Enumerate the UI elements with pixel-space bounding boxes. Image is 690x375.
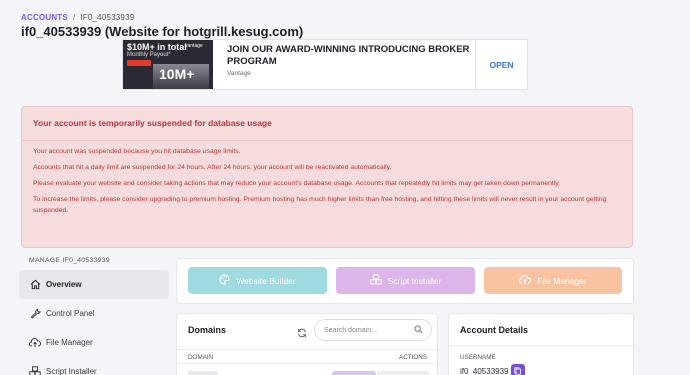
ad-headline: JOIN OUR AWARD-WINNING INTRODUCING BROKE… xyxy=(227,44,470,67)
sidebar-item-control-panel[interactable]: Control Panel xyxy=(19,299,169,328)
palette-icon xyxy=(219,274,230,287)
copy-icon xyxy=(514,362,522,375)
breadcrumb-accounts-link[interactable]: ACCOUNTS xyxy=(21,13,68,22)
breadcrumb-separator: / xyxy=(72,13,76,22)
alert-paragraph: Please evaluate your website and conside… xyxy=(33,180,561,187)
sidebar-item-label: File Manager xyxy=(46,338,93,347)
quick-actions-panel: Website Builder Script Installer File Ma… xyxy=(176,258,634,304)
cubes-icon xyxy=(369,274,382,287)
sidebar-item-label: Control Panel xyxy=(46,309,95,318)
sidebar-item-label: Overview xyxy=(46,280,82,289)
account-details-card: Account Details USERNAME if0_40533939 xyxy=(448,313,634,375)
alert-paragraph: To increase the limits, please consider … xyxy=(33,196,607,214)
ad-thumb-headline: $10M+ in total xyxy=(127,42,187,52)
alert-paragraph: Your account was suspended because you h… xyxy=(33,148,241,155)
alert-divider xyxy=(22,140,632,141)
domain-action-button[interactable] xyxy=(377,371,429,375)
domains-title: Domains xyxy=(188,325,227,335)
script-installer-label: Script Installer xyxy=(387,275,442,286)
ad-thumb-logo: vantage xyxy=(185,43,203,49)
domains-table-header: DOMAIN ACTIONS xyxy=(177,349,437,364)
copy-username-button[interactable] xyxy=(511,364,525,375)
ad-thumb-big-text: 10M+ xyxy=(159,66,195,82)
username-label: USERNAME xyxy=(460,354,496,361)
account-divider xyxy=(449,345,633,346)
breadcrumb: ACCOUNTS / IF0_40533939 xyxy=(21,13,134,22)
refresh-icon[interactable] xyxy=(297,325,307,343)
domains-card: Domains Search domain... DOMAIN ACTIONS xyxy=(176,313,438,375)
cubes-icon xyxy=(29,366,41,375)
ad-brand: Vantage xyxy=(227,70,251,77)
sidebar-item-script-installer[interactable]: Script Installer xyxy=(19,357,169,375)
sidebar-item-overview[interactable]: Overview xyxy=(19,270,169,299)
sidebar-item-file-manager[interactable]: File Manager xyxy=(19,328,169,357)
page-title: if0_40533939 (Website for hotgrill.kesug… xyxy=(21,24,304,39)
script-installer-button[interactable]: Script Installer xyxy=(336,267,475,294)
ad-thumb-button xyxy=(127,60,151,66)
search-icon xyxy=(414,324,423,336)
domain-search-input[interactable]: Search domain... xyxy=(314,319,432,341)
username-value: if0_40533939 xyxy=(460,367,509,375)
ad-banner[interactable]: $10M+ in total Monthly Payout* 10M+ vant… xyxy=(122,39,528,90)
ad-thumbnail[interactable]: $10M+ in total Monthly Payout* 10M+ vant… xyxy=(123,40,213,89)
file-manager-button[interactable]: File Manager xyxy=(484,267,622,294)
website-builder-label: Website Builder xyxy=(236,275,296,286)
home-icon xyxy=(29,279,41,291)
search-placeholder: Search domain... xyxy=(324,326,377,334)
ad-open-button[interactable]: OPEN xyxy=(475,40,527,89)
column-actions: ACTIONS xyxy=(399,354,427,361)
alert-paragraph: Accounts that hit a daily limit are susp… xyxy=(33,164,392,171)
sidebar-item-label: Script Installer xyxy=(46,367,97,375)
alert-title: Your account is temporarily suspended fo… xyxy=(33,118,272,128)
alert-body: Your account was suspended because you h… xyxy=(33,147,622,222)
sidebar-heading: MANAGE IF0_40533939 xyxy=(29,257,110,264)
cloud-upload-icon xyxy=(29,337,41,349)
website-builder-button[interactable]: Website Builder xyxy=(188,267,327,294)
domain-action-button[interactable] xyxy=(332,371,376,375)
cloud-upload-icon xyxy=(519,274,532,287)
column-domain: DOMAIN xyxy=(188,354,214,361)
breadcrumb-current: IF0_40533939 xyxy=(80,13,135,22)
domain-row-text xyxy=(188,371,218,375)
file-manager-label: File Manager xyxy=(537,275,587,286)
account-details-title: Account Details xyxy=(460,325,529,335)
ad-text[interactable]: JOIN OUR AWARD-WINNING INTRODUCING BROKE… xyxy=(213,40,475,89)
ad-thumb-sub: Monthly Payout* xyxy=(127,52,171,58)
suspension-alert: Your account is temporarily suspended fo… xyxy=(21,106,633,248)
sidebar-nav: Overview Control Panel File Manager Scri… xyxy=(19,270,169,375)
wrench-icon xyxy=(29,308,41,320)
